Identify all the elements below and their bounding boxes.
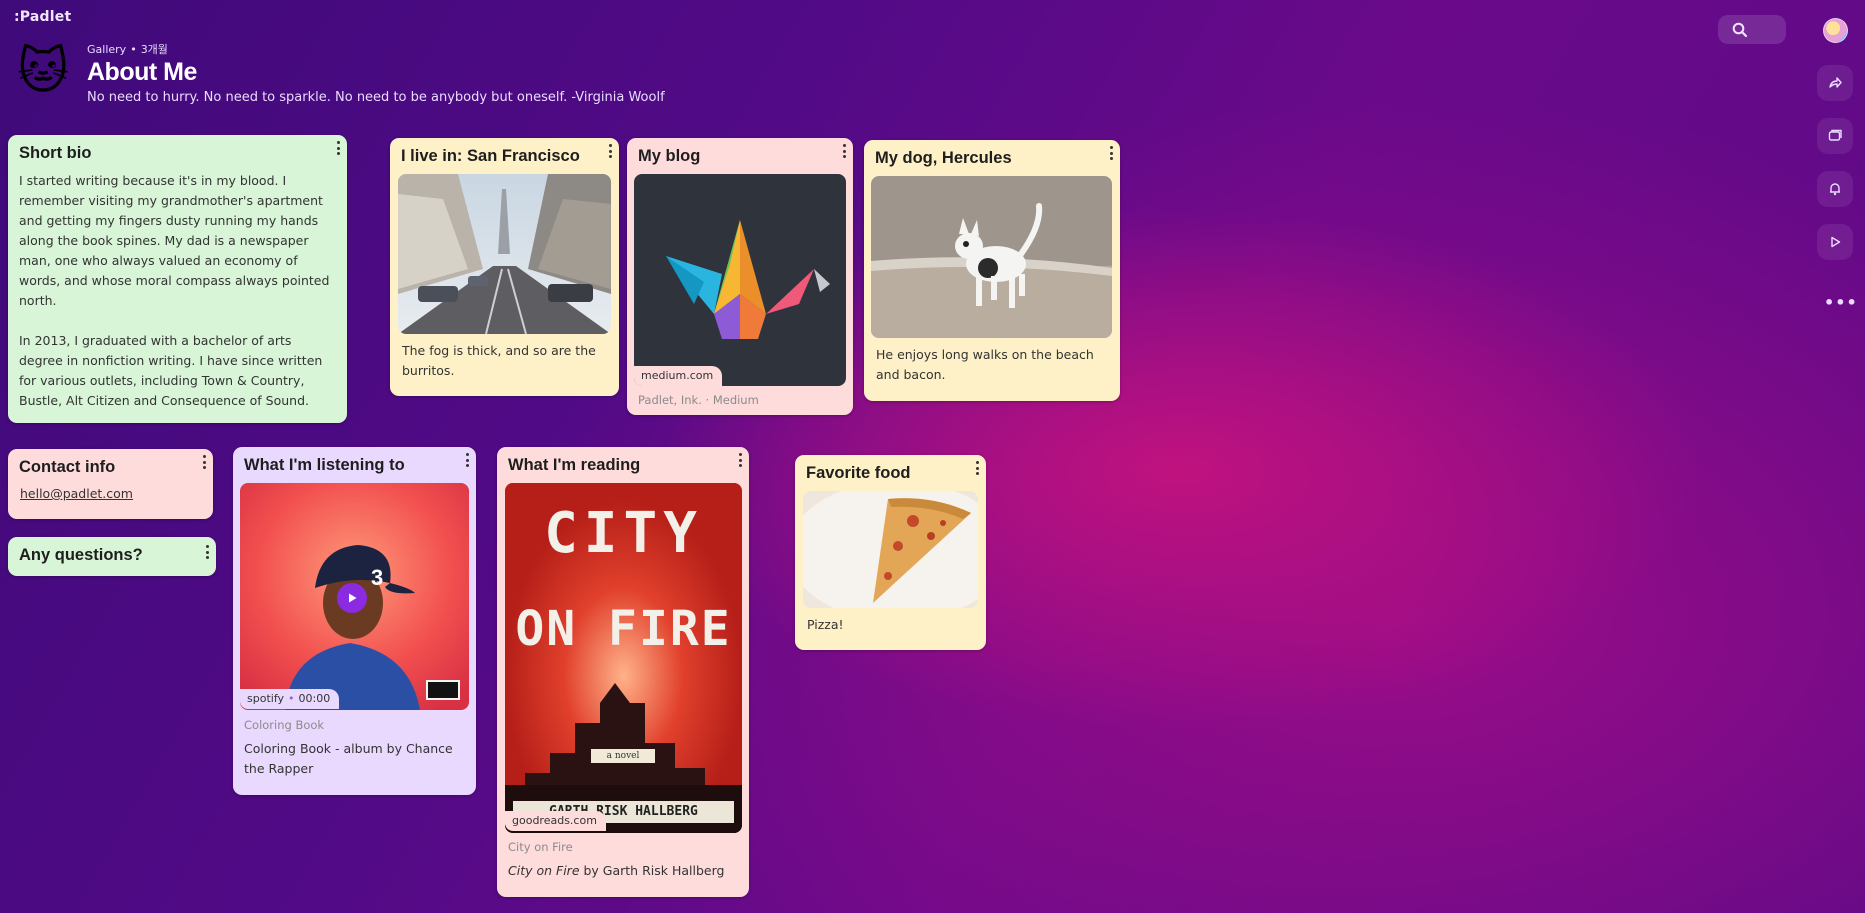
card-body: Coloring Book - album by Chance the Rapp…: [244, 741, 453, 776]
cover-title-line2: ON FIRE: [515, 601, 732, 657]
card-contact-info[interactable]: Contact info hello@padlet.com: [8, 449, 213, 519]
book-title-italic: City on Fire: [508, 863, 580, 878]
share-icon: [1829, 77, 1842, 88]
cover-subtitle: a novel: [591, 749, 655, 763]
card-title: I live in: San Francisco: [401, 147, 580, 165]
card-menu-icon[interactable]: [201, 455, 207, 469]
link-meta: Coloring Book: [244, 718, 325, 732]
card-any-questions[interactable]: Any questions?: [8, 537, 216, 576]
card-body: He enjoys long walks on the beach and ba…: [876, 347, 1094, 382]
card-title: Contact info: [19, 458, 116, 476]
card-menu-icon[interactable]: [1108, 146, 1114, 160]
link-meta: City on Fire: [508, 840, 573, 854]
remake-button[interactable]: [1817, 118, 1853, 154]
source-name: spotify: [247, 692, 285, 705]
card-san-francisco[interactable]: I live in: San Francisco The fog is thic…: [390, 138, 619, 396]
padlet-logo[interactable]: :Padlet: [14, 9, 71, 25]
card-reading[interactable]: What I'm reading CITY ON FIRE a novel GA…: [497, 447, 749, 897]
card-body: City on Fire by Garth Risk Hallberg: [508, 861, 740, 881]
card-title: My dog, Hercules: [875, 149, 1012, 167]
link-meta: Padlet, Ink. · Medium: [638, 393, 759, 407]
bio-paragraph-1: I started writing because it's in my blo…: [19, 173, 330, 308]
play-icon: [349, 593, 357, 603]
bio-paragraph-2: In 2013, I graduated with a bachelor of …: [19, 333, 323, 408]
notifications-button[interactable]: [1817, 171, 1853, 207]
card-title: My blog: [638, 147, 701, 165]
padlet-bird-logo: [666, 220, 830, 339]
cover-title-line1: CITY: [544, 501, 703, 566]
card-menu-icon[interactable]: [737, 453, 743, 467]
card-my-dog[interactable]: My dog, Hercules He enjoys long walks on…: [864, 140, 1120, 401]
blog-preview-image[interactable]: [634, 174, 846, 386]
card-body: The fog is thick, and so are the burrito…: [402, 343, 596, 378]
more-icon[interactable]: •••: [1824, 293, 1858, 312]
cat-avatar-icon: 🐱: [17, 42, 70, 100]
bell-icon: [1830, 183, 1840, 196]
card-favorite-food[interactable]: Favorite food Pizza!: [795, 455, 986, 650]
card-title: Short bio: [19, 144, 92, 162]
card-title: What I'm listening to: [244, 456, 405, 474]
card-menu-icon[interactable]: [335, 141, 341, 155]
search-icon: [1732, 22, 1748, 38]
pizza-photo[interactable]: [803, 491, 978, 608]
breadcrumb: Gallery • 3개월: [87, 43, 168, 56]
card-menu-icon[interactable]: [464, 453, 470, 467]
play-button[interactable]: [337, 583, 367, 613]
book-cover[interactable]: CITY ON FIRE a novel GARTH RISK HALLBERG: [505, 483, 742, 833]
card-my-blog[interactable]: My blog medium.com Padlet, Ink. · Medium: [627, 138, 853, 415]
source-badge: medium.com: [634, 366, 723, 386]
source-badge: goodreads.com: [505, 811, 606, 831]
card-body: I started writing because it's in my blo…: [19, 171, 337, 411]
card-menu-icon[interactable]: [607, 144, 613, 158]
slideshow-button[interactable]: [1817, 224, 1853, 260]
card-menu-icon[interactable]: [841, 144, 847, 158]
page-subtitle: No need to hurry. No need to sparkle. No…: [87, 90, 665, 105]
crumb-gallery[interactable]: Gallery: [87, 43, 126, 56]
search-button[interactable]: [1718, 15, 1786, 44]
cover-number: 3: [371, 565, 384, 590]
remake-icon: [1828, 129, 1842, 141]
card-menu-icon[interactable]: [204, 545, 210, 559]
track-duration: 00:00: [298, 692, 331, 705]
card-title: Any questions?: [19, 546, 143, 564]
crumb-date: 3개월: [140, 43, 168, 56]
card-short-bio[interactable]: Short bio I started writing because it's…: [8, 135, 347, 423]
dog-photo[interactable]: [871, 176, 1112, 338]
play-icon: [1831, 236, 1841, 248]
card-listening[interactable]: What I'm listening to 3 spotify • 00:00 Co…: [233, 447, 476, 795]
email-link[interactable]: hello@padlet.com: [20, 484, 133, 504]
profile-avatar[interactable]: [1823, 18, 1848, 43]
card-title: What I'm reading: [508, 456, 641, 474]
source-badge: spotify • 00:00: [240, 689, 340, 709]
card-title: Favorite food: [806, 464, 911, 482]
card-body: Pizza!: [807, 617, 844, 632]
share-button[interactable]: [1817, 65, 1853, 101]
san-francisco-photo[interactable]: [398, 174, 611, 334]
book-author-text: by Garth Risk Hallberg: [579, 863, 725, 878]
card-menu-icon[interactable]: [974, 461, 980, 475]
page-title: About Me: [87, 58, 197, 86]
